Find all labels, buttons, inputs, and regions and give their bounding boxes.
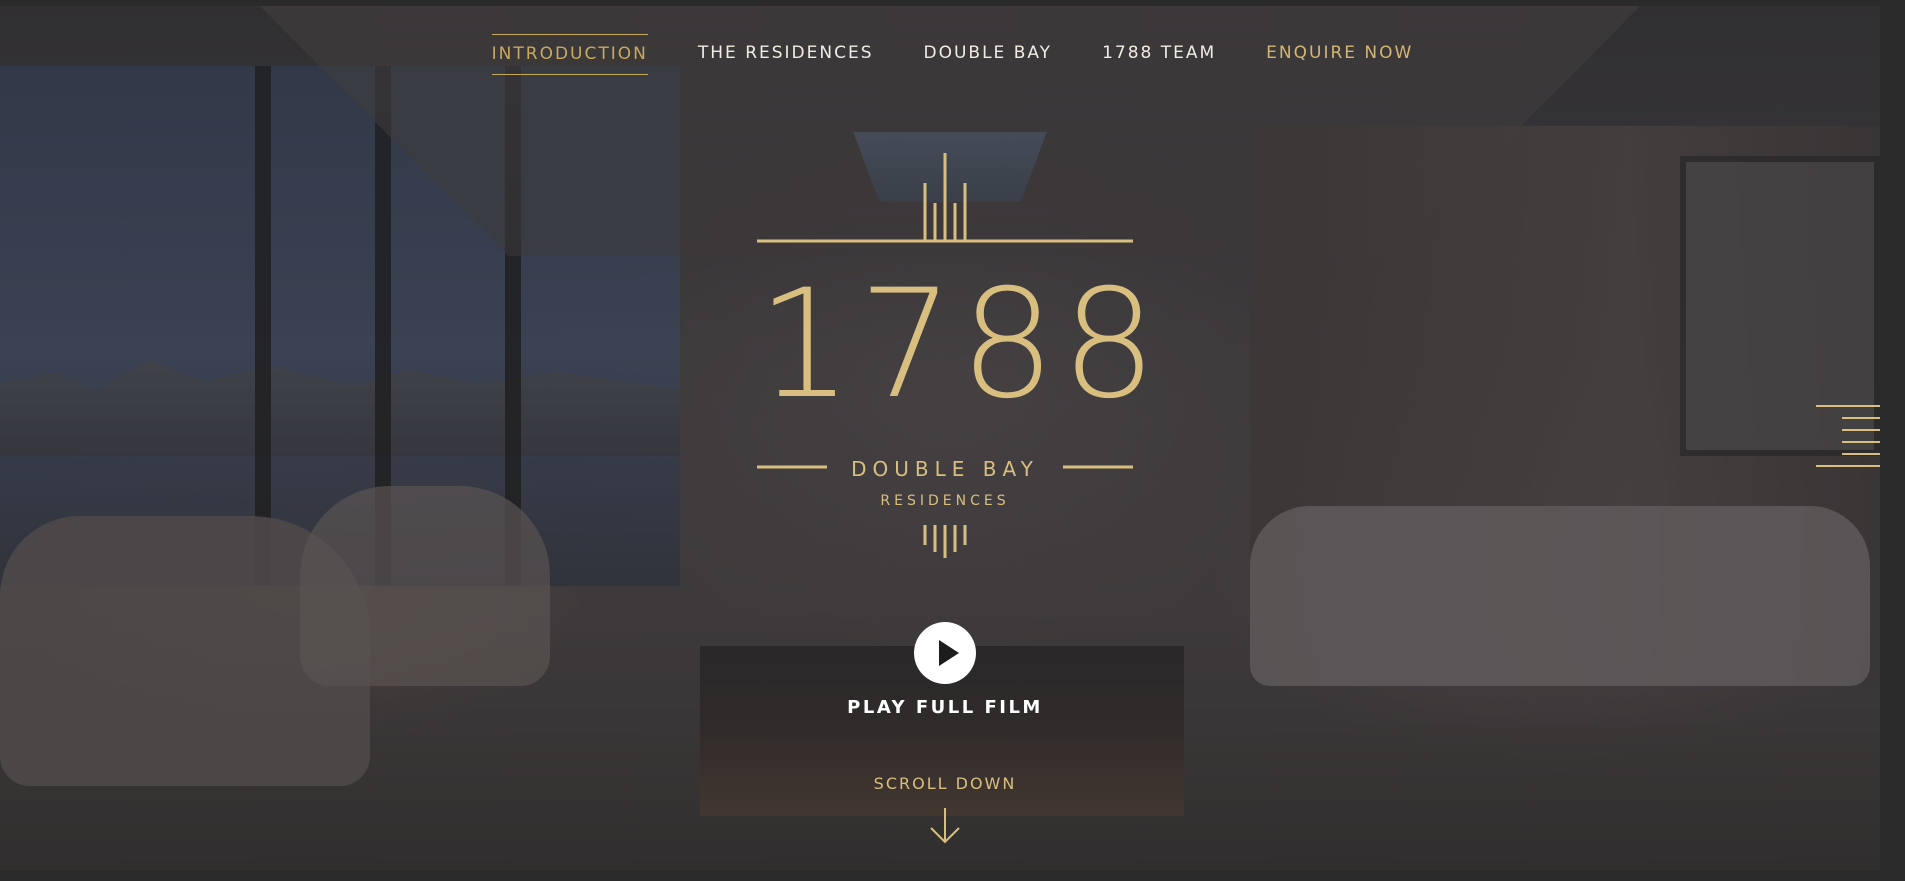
nav-item-1788-team[interactable]: 1788 TEAM xyxy=(1102,34,1216,75)
logo-subtitle: DOUBLE BAY xyxy=(851,457,1039,481)
nav-item-enquire-now[interactable]: ENQUIRE NOW xyxy=(1266,34,1413,75)
play-icon xyxy=(939,640,959,666)
main-navigation: INTRODUCTION THE RESIDENCES DOUBLE BAY 1… xyxy=(0,34,1905,75)
nav-item-the-residences[interactable]: THE RESIDENCES xyxy=(698,34,874,75)
nav-item-introduction[interactable]: INTRODUCTION xyxy=(491,34,648,75)
scroll-down-label[interactable]: SCROLL DOWN xyxy=(795,774,1095,793)
logo-tagline: RESIDENCES xyxy=(880,493,1010,509)
logo-number: 1788 xyxy=(757,258,1163,432)
play-film-button[interactable] xyxy=(914,622,976,684)
nav-item-double-bay[interactable]: DOUBLE BAY xyxy=(924,34,1053,75)
play-film-label[interactable]: PLAY FULL FILM xyxy=(745,697,1145,718)
hamburger-menu-icon[interactable] xyxy=(1816,402,1880,472)
brand-logo: 1788 DOUBLE BAY RESIDENCES xyxy=(757,150,1163,560)
arrow-down-icon[interactable] xyxy=(928,806,962,846)
